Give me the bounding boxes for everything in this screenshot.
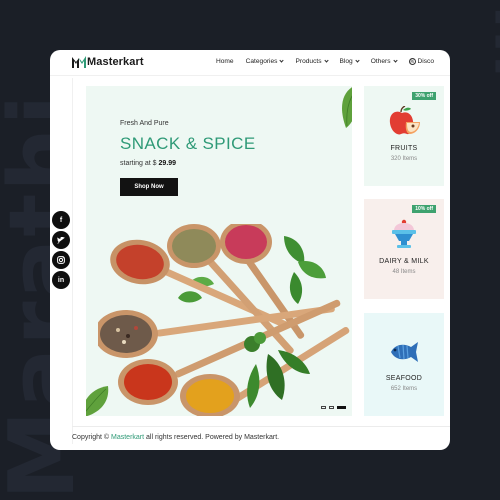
hero-subtitle: Fresh And Pure xyxy=(120,120,169,127)
facebook-icon[interactable]: f xyxy=(52,211,70,229)
hero-price: starting at $ 29.99 xyxy=(120,160,176,167)
nav-others[interactable]: Others xyxy=(370,58,398,65)
carousel-pagination xyxy=(321,406,346,409)
category-card-seafood[interactable]: SEAFOOD 652 Items xyxy=(364,313,444,416)
category-name: FRUITS xyxy=(390,145,418,152)
category-name: DAIRY & MILK xyxy=(379,258,429,265)
leaf-decoration-icon xyxy=(342,87,352,128)
nav-home-label: Home xyxy=(216,58,234,65)
linkedin-icon[interactable]: in xyxy=(52,271,70,289)
twitter-icon[interactable] xyxy=(52,231,70,249)
left-divider xyxy=(72,78,73,444)
carousel-dot[interactable] xyxy=(329,406,334,409)
logo-text: Masterkart xyxy=(87,56,144,68)
chevron-down-icon xyxy=(323,58,329,63)
footer-copyright: Copyright © xyxy=(72,434,110,441)
site-footer: Copyright © Masterkart all rights reserv… xyxy=(72,434,279,441)
discount-icon: % xyxy=(408,58,416,65)
footer-text: all rights reserved. Powered by Masterka… xyxy=(146,434,280,441)
nav-categories-label: Categories xyxy=(245,58,278,65)
background-word-right: Ecom xyxy=(478,0,500,80)
category-count: 652 Items xyxy=(390,386,418,392)
category-count: 48 Items xyxy=(392,269,416,275)
footer-divider xyxy=(72,426,450,427)
fish-icon xyxy=(391,342,418,362)
website-preview-card: Masterkart Home Categories Products Blog… xyxy=(50,50,450,450)
nav-categories[interactable]: Categories xyxy=(245,58,285,65)
category-card-dairy[interactable]: 10% off DAIRY & MILK 48 Items xyxy=(364,199,444,299)
carousel-dot-active[interactable] xyxy=(337,406,346,409)
category-card-fruits[interactable]: 30% off FRUITS 320 Items xyxy=(364,86,444,186)
hero-price-prefix: starting at $ xyxy=(120,160,157,167)
category-count: 320 Items xyxy=(390,156,418,162)
nav-discount[interactable]: % Disco xyxy=(408,58,435,65)
site-header: Masterkart Home Categories Products Blog… xyxy=(50,50,450,76)
shop-now-button[interactable]: Shop Now xyxy=(120,178,178,196)
discount-badge: 10% off xyxy=(412,205,436,213)
carousel-dot[interactable] xyxy=(321,406,326,409)
nav-blog-label: Blog xyxy=(339,58,353,65)
hero-title: SNACK & SPICE xyxy=(120,134,256,153)
instagram-icon[interactable] xyxy=(52,251,70,269)
site-logo[interactable]: Masterkart xyxy=(72,56,144,68)
nav-discount-label: Disco xyxy=(417,58,435,65)
main-nav: Home Categories Products Blog Others % Di… xyxy=(216,58,446,65)
chevron-down-icon xyxy=(392,58,398,63)
chevron-down-icon xyxy=(279,58,285,63)
discount-badge: 30% off xyxy=(412,92,436,100)
nav-products[interactable]: Products xyxy=(295,58,329,65)
footer-brand-link[interactable]: Masterkart xyxy=(111,434,144,441)
dessert-icon xyxy=(392,219,416,248)
chevron-down-icon xyxy=(355,58,360,63)
nav-others-label: Others xyxy=(370,58,391,65)
apple-icon xyxy=(389,106,420,135)
nav-blog[interactable]: Blog xyxy=(339,58,360,65)
hero-price-value: 29.99 xyxy=(158,160,177,167)
nav-home[interactable]: Home xyxy=(216,58,234,65)
nav-products-label: Products xyxy=(295,58,322,65)
spices-spoons-image xyxy=(98,224,350,416)
hero-banner: Fresh And Pure SNACK & SPICE starting at… xyxy=(86,86,352,416)
category-name: SEAFOOD xyxy=(385,375,423,382)
logo-mark-icon xyxy=(72,56,86,68)
